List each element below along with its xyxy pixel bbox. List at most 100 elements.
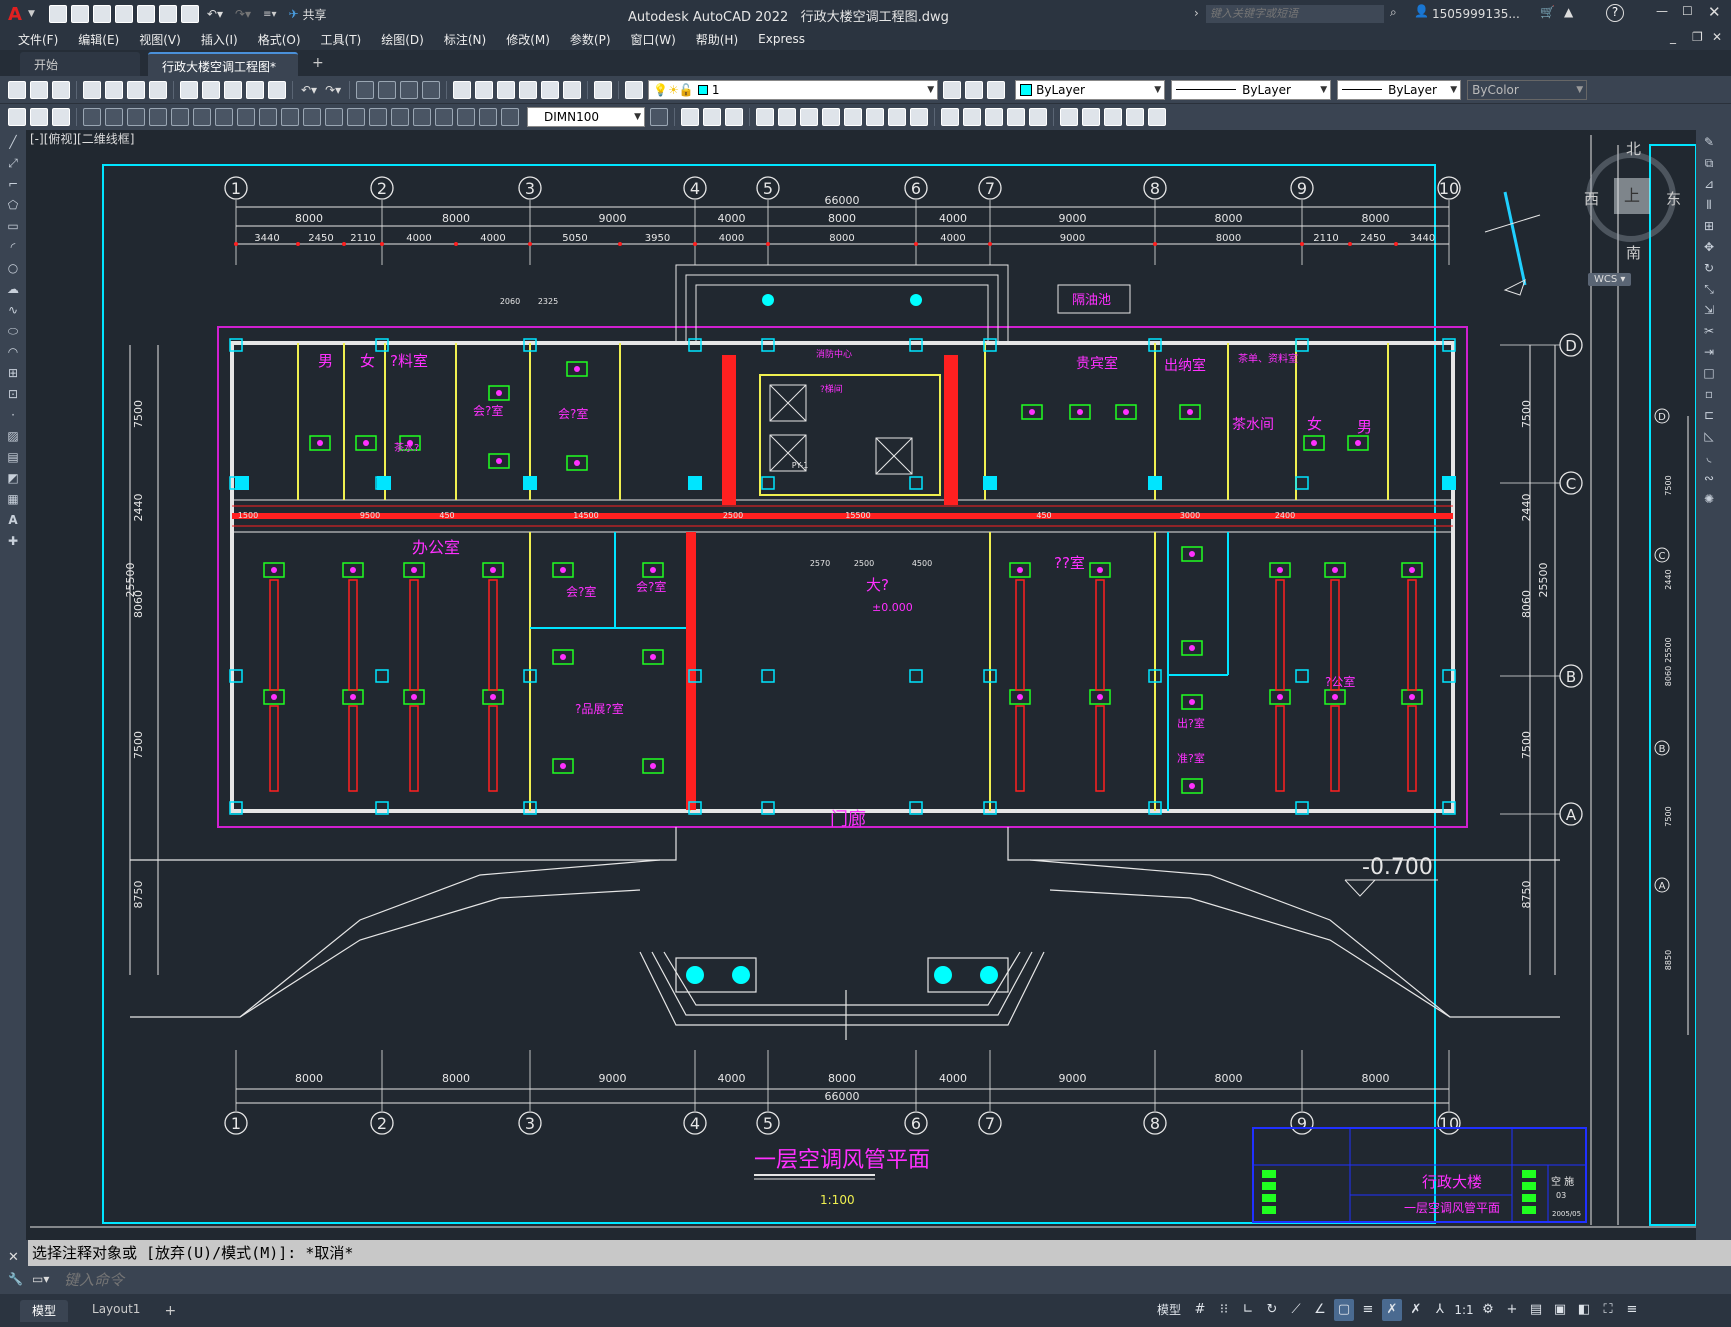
save-web-icon[interactable] (158, 5, 177, 23)
3d-print-icon[interactable] (149, 80, 167, 99)
drawing-viewport[interactable]: [-][俯视][二维线框] 1 1 2 2 3 3 4 4 5 5 6 6 7 7 8 8 9 9 10 10 D C B A… (26, 130, 1696, 1240)
user-icon[interactable]: 👤 (1414, 4, 1429, 18)
blend-icon[interactable]: ∾ (1700, 469, 1718, 487)
explode-icon[interactable]: ✺ (1700, 490, 1718, 508)
save-icon[interactable] (52, 80, 70, 99)
plot-icon[interactable] (180, 5, 199, 23)
model-space-button[interactable]: 模型 (1152, 1299, 1186, 1321)
menu-view[interactable]: 视图(V) (129, 31, 191, 48)
grid-icon[interactable]: # (1190, 1299, 1210, 1321)
dim-text-edit-icon[interactable] (479, 108, 497, 126)
copy-icon[interactable] (202, 80, 220, 99)
point-icon[interactable]: · (4, 406, 22, 424)
chamfer-icon[interactable] (941, 108, 959, 126)
print-icon[interactable] (83, 80, 101, 99)
linetype-dropdown[interactable]: ByLayer ▼ (1171, 79, 1332, 100)
autocad-logo-icon[interactable]: A (8, 4, 28, 25)
doc-restore-icon[interactable]: ❐ (1692, 30, 1703, 44)
make-block-icon[interactable]: ⊡ (4, 385, 22, 403)
copy-object-icon[interactable] (703, 108, 721, 126)
viewcube[interactable]: 上 北 南 东 西 (1584, 140, 1681, 262)
layout-tab-layout1[interactable]: Layout1 (78, 1299, 155, 1322)
properties-icon[interactable] (453, 80, 472, 99)
offset-icon[interactable]: ⫴ (1700, 196, 1718, 214)
doc-close-icon[interactable]: ✕ (1712, 30, 1722, 44)
jogged-dim-icon[interactable] (193, 108, 211, 126)
qat-more-icon[interactable]: ≡▾ (263, 9, 276, 20)
extend-icon[interactable]: ⇥ (1700, 343, 1718, 361)
rotate-icon[interactable]: ↻ (1700, 259, 1718, 277)
pan-icon[interactable] (356, 80, 375, 99)
radius-dim-icon[interactable] (171, 108, 189, 126)
make-current-icon[interactable] (943, 80, 962, 99)
tool-palettes-icon[interactable] (497, 80, 516, 99)
publish-icon[interactable] (127, 80, 145, 99)
clip-icon[interactable] (1104, 108, 1122, 126)
polygon-icon[interactable]: ⬠ (4, 196, 22, 214)
annotation-monitor-icon[interactable]: + (1502, 1299, 1522, 1321)
command-close-icon[interactable]: ✕ (8, 1250, 19, 1265)
app-menu-arrow-icon[interactable]: ▼ (28, 9, 35, 19)
layer-previous-icon[interactable] (965, 80, 984, 99)
undo-icon[interactable]: ↶▾ (301, 83, 317, 97)
menu-parametric[interactable]: 参数(P) (560, 31, 621, 48)
calculator-icon[interactable] (563, 80, 582, 99)
tolerance-icon[interactable] (369, 108, 387, 126)
layout-tab-model[interactable]: 模型 (20, 1299, 69, 1322)
add-selected-icon[interactable]: ✚ (4, 532, 22, 550)
copy-icon[interactable]: ⧉ (1700, 154, 1718, 172)
explode-icon[interactable] (985, 108, 1003, 126)
gradient-icon[interactable]: ▤ (4, 448, 22, 466)
viewcube-top-face[interactable]: 上 (1614, 178, 1650, 214)
continue-dim-icon[interactable] (303, 108, 321, 126)
dim-space-icon[interactable] (325, 108, 343, 126)
snap-icon[interactable]: ⁝⁝ (1214, 1299, 1234, 1321)
zoom-previous-icon[interactable] (422, 80, 441, 99)
menu-modify[interactable]: 修改(M) (496, 31, 560, 48)
dim-style-icon[interactable] (650, 108, 668, 126)
color-dropdown[interactable]: ByLayer ▼ (1015, 79, 1166, 100)
block-editor-icon[interactable] (268, 80, 286, 99)
move-icon[interactable] (756, 108, 774, 126)
draw-order-icon[interactable] (8, 108, 26, 126)
inspect-icon[interactable] (413, 108, 431, 126)
isolate-objects-icon[interactable]: ◧ (1574, 1299, 1594, 1321)
break-icon[interactable] (888, 108, 906, 126)
viewcube-east[interactable]: 东 (1666, 188, 1681, 209)
tab-start[interactable]: 开始 (20, 52, 140, 76)
help-toolbar-icon[interactable] (594, 80, 613, 99)
linear-dim-icon[interactable] (83, 108, 101, 126)
markup-icon[interactable] (541, 80, 560, 99)
lineweight-icon[interactable]: ≡ (1358, 1299, 1378, 1321)
annotation-scale-value[interactable]: 1:1 (1454, 1299, 1474, 1321)
dim-edit-icon[interactable] (457, 108, 475, 126)
isodraft-icon[interactable]: ⟋ (1286, 1299, 1306, 1321)
aligned-dim-icon[interactable] (105, 108, 123, 126)
annotation-scale-icon[interactable]: ⅄ (1430, 1299, 1450, 1321)
dim-update-icon[interactable] (501, 108, 519, 126)
menu-dimension[interactable]: 标注(N) (434, 31, 496, 48)
save-as-icon[interactable] (114, 5, 133, 23)
object-snap-tracking-icon[interactable]: ∠ (1310, 1299, 1330, 1321)
minimize-icon[interactable]: — (1656, 4, 1668, 18)
angular-dim-icon[interactable] (237, 108, 255, 126)
quick-properties-icon[interactable]: ▣ (1550, 1299, 1570, 1321)
fullscreen-icon[interactable]: ⛶ (1598, 1299, 1618, 1321)
join-icon[interactable] (910, 108, 928, 126)
autodesk-a360-icon[interactable]: ▲ (1564, 5, 1573, 19)
share-icon[interactable]: ✈ (288, 7, 298, 21)
circle-icon[interactable]: ○ (4, 259, 22, 277)
close-icon[interactable]: ✕ (1708, 3, 1721, 21)
erase-icon[interactable]: ✎ (1700, 133, 1718, 151)
annotation-visibility-icon[interactable]: ✗ (1382, 1299, 1402, 1321)
baseline-dim-icon[interactable] (281, 108, 299, 126)
dim-break-icon[interactable] (347, 108, 365, 126)
share-button[interactable]: 共享 (303, 6, 327, 23)
trim-icon[interactable]: ✂ (1700, 322, 1718, 340)
zoom-realtime-icon[interactable] (378, 80, 397, 99)
zoom-window-icon[interactable] (400, 80, 419, 99)
center-mark-icon[interactable] (391, 108, 409, 126)
maximize-icon[interactable]: ☐ (1682, 4, 1693, 18)
tab-drawing[interactable]: 行政大楼空调工程图* × (148, 52, 298, 89)
join-icon[interactable]: ⊏ (1700, 406, 1718, 424)
